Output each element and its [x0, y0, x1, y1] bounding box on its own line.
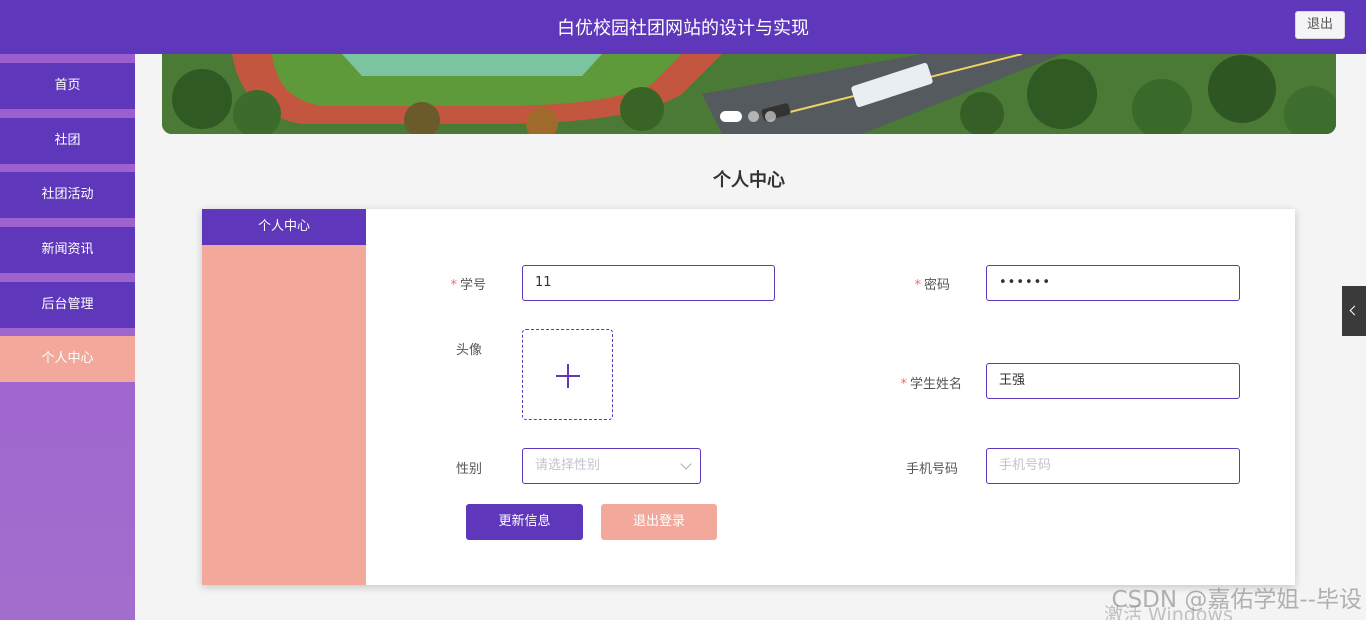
gender-select-placeholder: 请选择性别 [535, 458, 601, 473]
top-bar: 白优校园社团网站的设计与实现 退出 [0, 0, 1366, 54]
sidebar-item-clubs[interactable]: 社团 [0, 118, 135, 164]
chevron-down-icon [680, 458, 692, 470]
password-input[interactable]: •••••• [986, 265, 1240, 301]
chevron-left-icon [1349, 305, 1360, 316]
carousel-dot-1[interactable] [720, 111, 742, 122]
update-info-button[interactable]: 更新信息 [466, 504, 583, 540]
profile-side-panel: 个人中心 [202, 209, 366, 585]
logout-button[interactable]: 退出 [1295, 11, 1345, 39]
sidebar: 首页 社团 社团活动 新闻资讯 后台管理 个人中心 [0, 54, 135, 620]
csdn-watermark: CSDN @嘉佑学姐--毕设 [1111, 587, 1362, 613]
carousel-dot-3[interactable] [765, 111, 776, 122]
banner-carousel[interactable] [162, 54, 1336, 134]
carousel-indicators [720, 111, 776, 122]
password-label: * 密码 [914, 278, 950, 293]
avatar-label: 头像 [455, 343, 482, 358]
sidebar-item-home[interactable]: 首页 [0, 63, 135, 109]
tab-profile[interactable]: 个人中心 [202, 209, 366, 245]
phone-input[interactable]: 手机号码 [986, 448, 1240, 484]
side-panel-toggle[interactable] [1342, 286, 1366, 336]
logout-account-button[interactable]: 退出登录 [601, 504, 717, 540]
carousel-dot-2[interactable] [748, 111, 759, 122]
sidebar-item-admin[interactable]: 后台管理 [0, 282, 135, 328]
gender-label: 性别 [455, 462, 482, 477]
page-title: 个人中心 [713, 170, 785, 191]
gender-select[interactable]: 请选择性别 [522, 448, 701, 484]
avatar-upload[interactable] [522, 329, 613, 420]
student-name-input[interactable]: 王强 [986, 363, 1240, 399]
campus-banner-image [162, 54, 1336, 134]
student-id-label: * 学号 [450, 278, 486, 293]
site-title: 白优校园社团网站的设计与实现 [557, 18, 809, 39]
student-name-label: * 学生姓名 [900, 377, 962, 392]
phone-label: 手机号码 [905, 462, 958, 477]
sidebar-item-profile[interactable]: 个人中心 [0, 336, 135, 382]
sidebar-item-news[interactable]: 新闻资讯 [0, 227, 135, 273]
student-id-input[interactable]: 11 [522, 265, 775, 301]
